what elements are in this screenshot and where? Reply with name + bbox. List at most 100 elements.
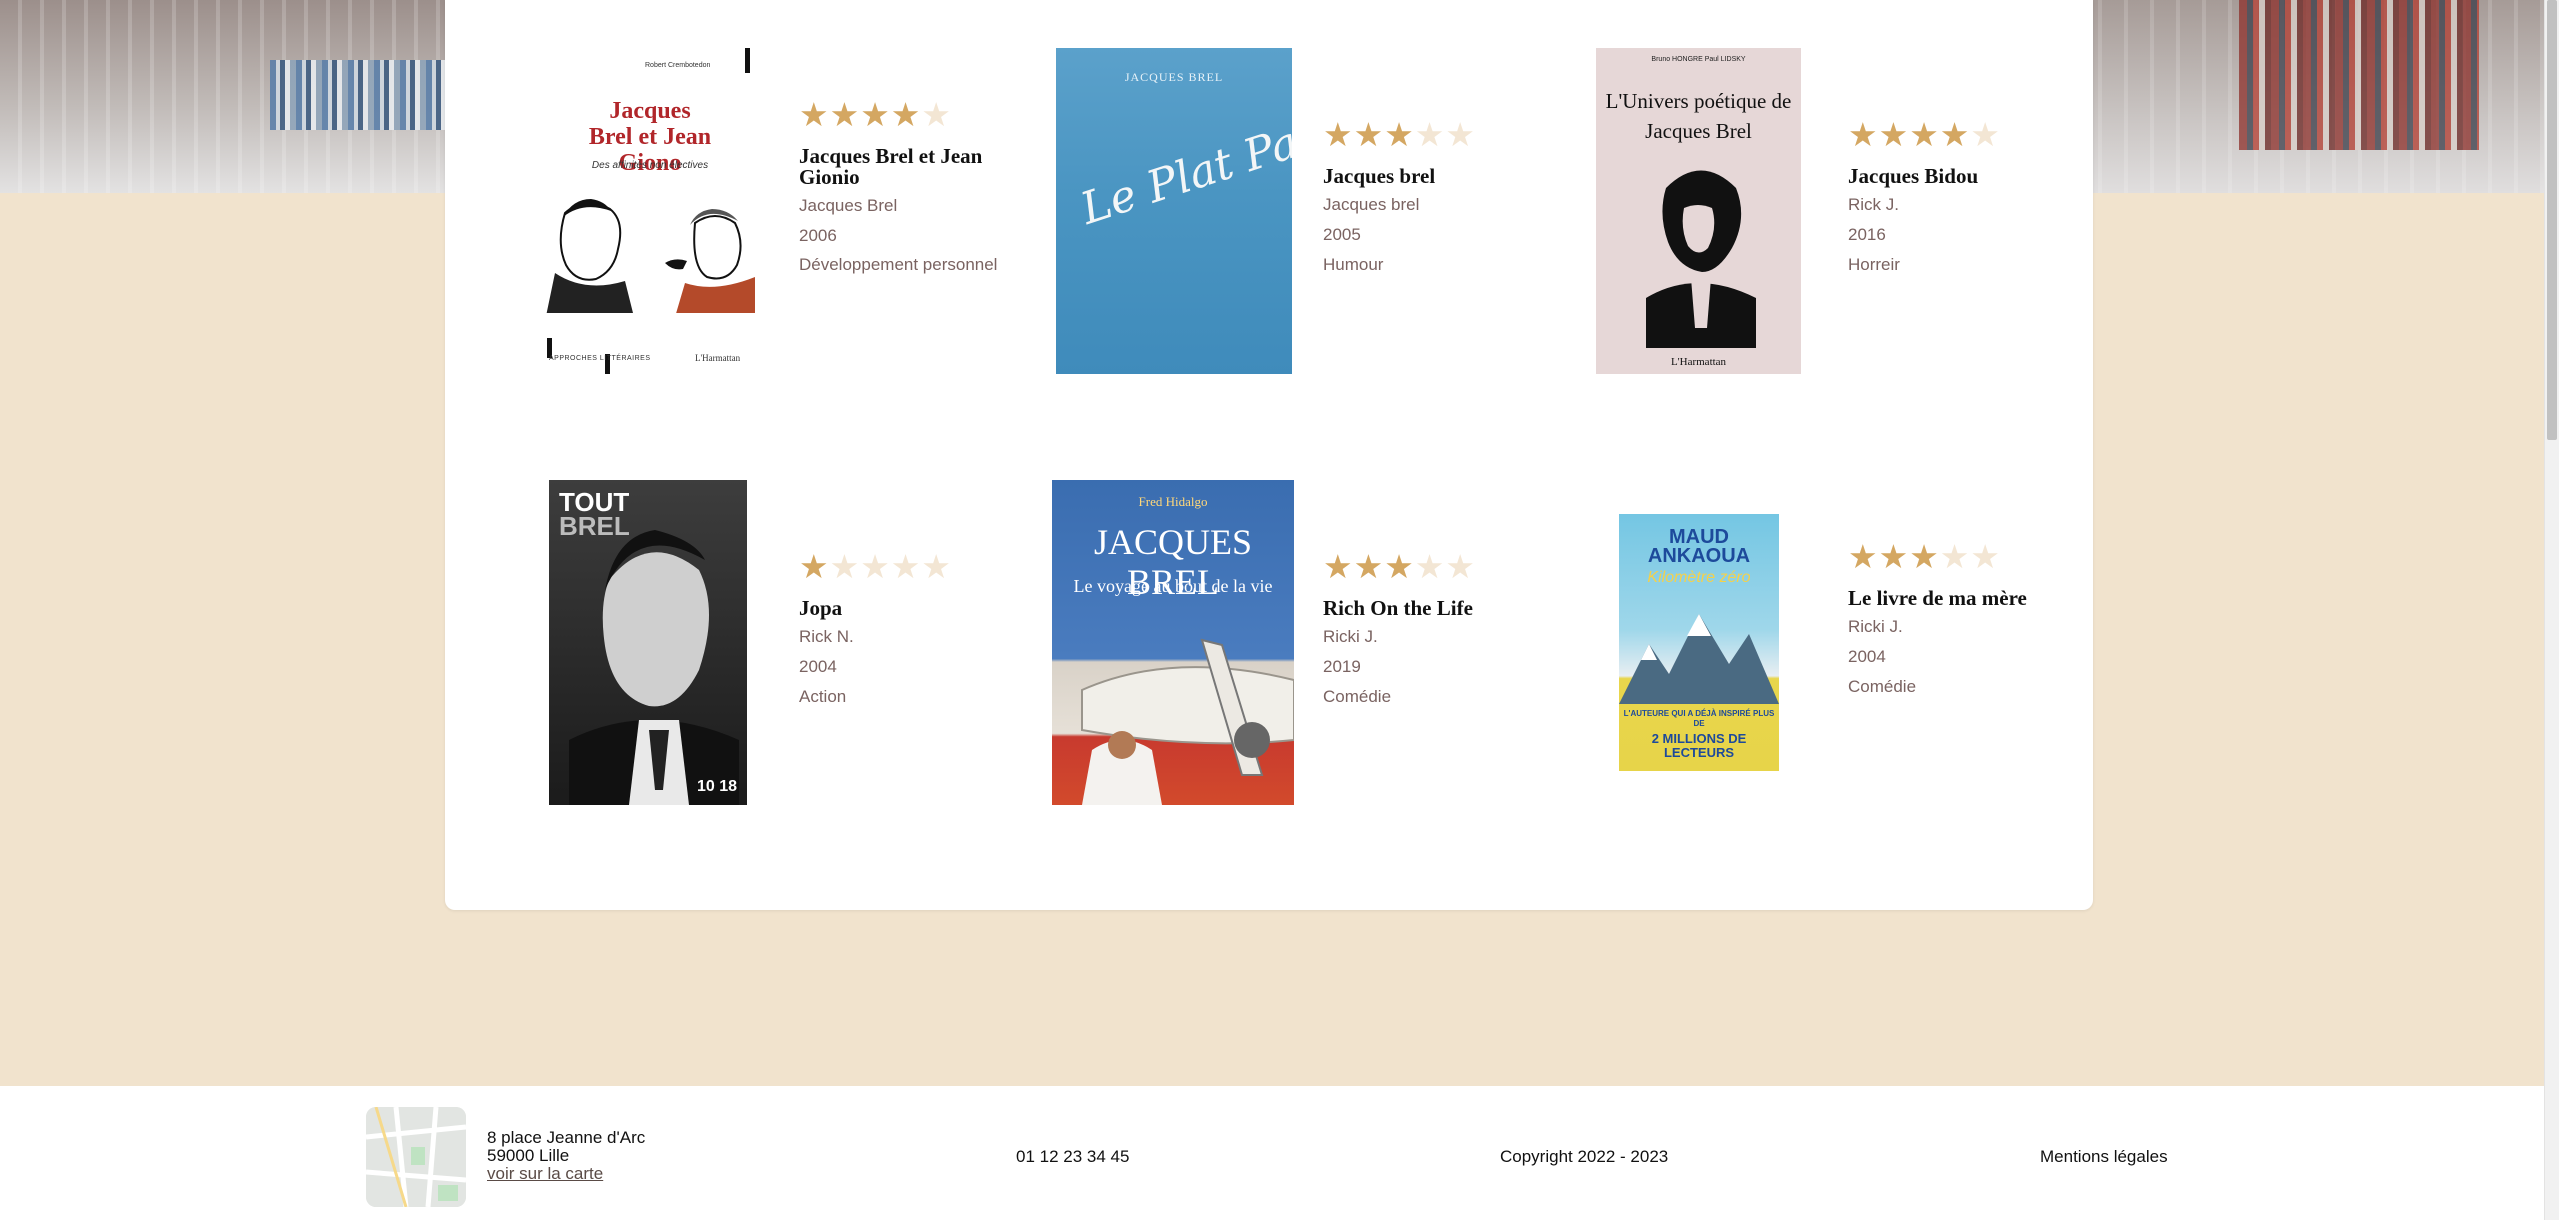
star-filled-icon: ★ bbox=[1323, 548, 1353, 585]
star-filled-icon: ★ bbox=[1323, 116, 1353, 153]
book-info: ★ ★ ★ ★ ★ Rich On the Life Ricki J. 2019 Com… bbox=[1323, 550, 1523, 717]
book-title[interactable]: Jacques brel bbox=[1323, 166, 1523, 187]
map-thumbnail[interactable] bbox=[366, 1107, 466, 1207]
star-empty-icon: ★ bbox=[860, 548, 890, 585]
book-info: ★ ★ ★ ★ ★ Le livre de ma mère Ricki J. 2004 … bbox=[1848, 540, 2048, 707]
star-filled-icon: ★ bbox=[1878, 538, 1909, 575]
book-genre: Comédie bbox=[1848, 677, 1917, 696]
book-info: ★ ★ ★ ★ ★ Jopa Rick N. 2004 Action bbox=[799, 550, 999, 717]
book-author: Rick N. bbox=[799, 627, 854, 646]
map-link[interactable]: voir sur la carte bbox=[487, 1164, 603, 1183]
star-filled-icon: ★ bbox=[890, 96, 921, 133]
star-filled-icon: ★ bbox=[860, 96, 890, 133]
star-filled-icon: ★ bbox=[799, 548, 829, 585]
address-line1: 8 place Jeanne d'Arc bbox=[487, 1128, 646, 1147]
book-author: Ricki J. bbox=[1323, 627, 1378, 646]
map-icon bbox=[366, 1107, 466, 1207]
star-filled-icon: ★ bbox=[1353, 116, 1384, 153]
star-filled-icon: ★ bbox=[1848, 538, 1878, 575]
star-empty-icon: ★ bbox=[1970, 116, 2000, 153]
cover-subtitle: Des affinités non électives bbox=[591, 160, 709, 171]
star-filled-icon: ★ bbox=[1909, 116, 1939, 153]
star-filled-icon: ★ bbox=[829, 96, 860, 133]
rating-stars: ★ ★ ★ ★ ★ bbox=[1848, 540, 2048, 574]
cover-author: MAUD ANKAOUA bbox=[1647, 526, 1751, 567]
legal-notice-link[interactable]: Mentions légales bbox=[2040, 1147, 2168, 1167]
book-year: 2005 bbox=[1323, 225, 1361, 244]
cover-series: APPROCHES LITTÉRAIRES bbox=[549, 355, 651, 362]
rating-stars: ★ ★ ★ ★ ★ bbox=[799, 98, 999, 132]
star-empty-icon: ★ bbox=[1445, 548, 1475, 585]
cover-publisher: L'Harmattan bbox=[1670, 356, 1727, 368]
star-filled-icon: ★ bbox=[1384, 116, 1414, 153]
book-year: 2004 bbox=[1848, 647, 1886, 666]
star-filled-icon: ★ bbox=[1848, 116, 1878, 153]
book-cover[interactable]: JACQUES BREL Le Plat Pays bbox=[1056, 48, 1292, 374]
rating-stars: ★ ★ ★ ★ ★ bbox=[1323, 118, 1523, 152]
star-empty-icon: ★ bbox=[1414, 548, 1445, 585]
book-author: Ricki J. bbox=[1848, 617, 1903, 636]
star-filled-icon: ★ bbox=[1939, 116, 1970, 153]
book-cover[interactable]: TOUT BREL 10 18 bbox=[549, 480, 747, 805]
cover-mountains bbox=[1619, 614, 1779, 704]
book-author: Jacques Brel bbox=[799, 196, 898, 215]
star-empty-icon: ★ bbox=[1970, 538, 2000, 575]
footer-phone: 01 12 23 34 45 bbox=[1016, 1147, 1130, 1166]
cover-author: Bruno HONGRE Paul LIDSKY bbox=[1651, 56, 1746, 63]
star-empty-icon: ★ bbox=[890, 548, 921, 585]
book-cover[interactable]: Fred Hidalgo JACQUES BREL Le voyage au b… bbox=[1052, 480, 1294, 805]
book-info: ★ ★ ★ ★ ★ Jacques Brel et Jean Gionio Jacque… bbox=[799, 98, 999, 283]
book-cover[interactable]: Bruno HONGRE Paul LIDSKY L'Univers poéti… bbox=[1596, 48, 1801, 374]
cover-claim: 2 MILLIONS DE LECTEURS bbox=[1651, 731, 1747, 760]
star-filled-icon: ★ bbox=[1353, 548, 1384, 585]
book-title[interactable]: Le livre de ma mère bbox=[1848, 588, 2048, 609]
cover-illustration bbox=[1081, 638, 1294, 805]
book-genre: Horreir bbox=[1848, 255, 1900, 274]
page-scrollbar[interactable] bbox=[2544, 0, 2559, 1220]
book-title[interactable]: Jopa bbox=[799, 598, 999, 619]
footer-address: 8 place Jeanne d'Arc 59000 Lille voir su… bbox=[487, 1129, 645, 1183]
star-empty-icon: ★ bbox=[829, 548, 860, 585]
cover-author: Robert Crembotedon bbox=[645, 62, 711, 69]
rating-stars: ★ ★ ★ ★ ★ bbox=[799, 550, 999, 584]
book-year: 2019 bbox=[1323, 657, 1361, 676]
cover-title: Le Plat Pays bbox=[1074, 102, 1292, 235]
site-footer: 8 place Jeanne d'Arc 59000 Lille voir su… bbox=[0, 1086, 2545, 1220]
book-genre: Action bbox=[799, 687, 847, 706]
book-author: Jacques brel bbox=[1323, 195, 1420, 214]
cover-publisher: 10 18 bbox=[696, 778, 737, 795]
book-genre: Humour bbox=[1323, 255, 1384, 274]
cover-author: JACQUES BREL bbox=[1124, 70, 1224, 84]
footer-copyright: Copyright 2022 - 2023 bbox=[1500, 1147, 1669, 1166]
cover-subtitle: Kilomètre zéro bbox=[1647, 569, 1751, 586]
book-year: 2006 bbox=[799, 226, 837, 245]
cover-title: TOUT BREL bbox=[559, 489, 630, 539]
star-filled-icon: ★ bbox=[799, 96, 829, 133]
book-year: 2016 bbox=[1848, 225, 1886, 244]
bookshelf-books-left bbox=[270, 60, 445, 130]
book-year: 2004 bbox=[799, 657, 837, 676]
cover-illustration bbox=[546, 199, 755, 313]
book-title[interactable]: Jacques Brel et Jean Gionio bbox=[799, 146, 999, 188]
cover-blurb: L'AUTEURE QUI A DÉJÀ INSPIRÉ PLUS DE bbox=[1623, 709, 1775, 728]
star-filled-icon: ★ bbox=[1878, 116, 1909, 153]
cover-subtitle: Le voyage au bout de la vie bbox=[1073, 576, 1273, 596]
book-info: ★ ★ ★ ★ ★ Jacques Bidou Rick J. 2016 Horreir bbox=[1848, 118, 2048, 285]
book-title[interactable]: Rich On the Life bbox=[1323, 598, 1523, 619]
book-cover[interactable]: Robert Crembotedon Jacques Brel et Jean … bbox=[545, 48, 755, 374]
cover-bar bbox=[745, 48, 750, 73]
star-empty-icon: ★ bbox=[921, 548, 951, 585]
cover-portrait bbox=[569, 530, 739, 805]
star-empty-icon: ★ bbox=[1939, 538, 1970, 575]
book-list-card: Robert Crembotedon Jacques Brel et Jean … bbox=[445, 0, 2093, 910]
star-empty-icon: ★ bbox=[1414, 116, 1445, 153]
star-filled-icon: ★ bbox=[1384, 548, 1414, 585]
address-line2: 59000 Lille bbox=[487, 1146, 570, 1165]
cover-author: Fred Hidalgo bbox=[1138, 494, 1208, 509]
book-cover[interactable]: MAUD ANKAOUA Kilomètre zéro L'AUTEURE QU… bbox=[1619, 514, 1779, 771]
cover-title: L'Univers poétique de Jacques Brel bbox=[1605, 89, 1792, 143]
bookshelf-books-right bbox=[2239, 0, 2479, 150]
book-title[interactable]: Jacques Bidou bbox=[1848, 166, 2048, 187]
scrollbar-thumb[interactable] bbox=[2547, 0, 2557, 440]
rating-stars: ★ ★ ★ ★ ★ bbox=[1323, 550, 1523, 584]
